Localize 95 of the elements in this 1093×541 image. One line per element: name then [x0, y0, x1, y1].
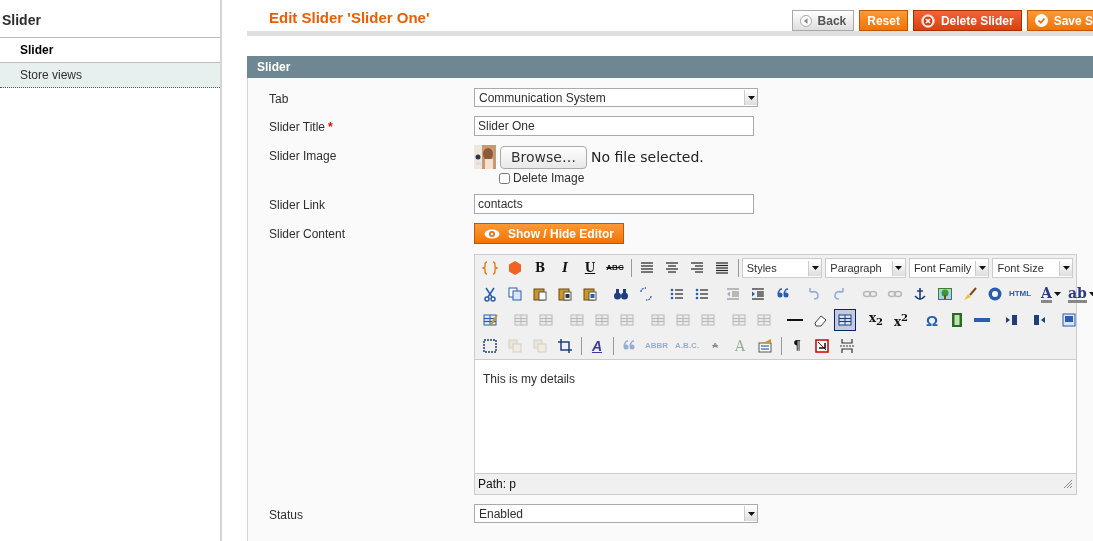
- numbered-list-icon: [694, 286, 710, 302]
- browse-button[interactable]: Browse…: [500, 145, 587, 169]
- color-button[interactable]: ab: [1065, 283, 1093, 305]
- scissors-icon: [482, 286, 498, 302]
- paste-word-icon: [582, 286, 598, 302]
- align-right-icon: [688, 260, 705, 276]
- col-delete-icon: [700, 312, 716, 328]
- section-header: Slider: [247, 56, 1093, 78]
- toolbar-button[interactable]: A: [586, 335, 608, 357]
- file-status: No file selected.: [591, 149, 704, 165]
- table-edit-icon: [482, 312, 498, 328]
- toolbar-button[interactable]: ¶: [786, 335, 809, 357]
- page-title: Edit Slider 'Slider One': [268, 9, 430, 26]
- align-center-icon: [663, 260, 680, 276]
- toolbar-dropdown[interactable]: Paragraph: [825, 258, 906, 278]
- row-after-icon: [594, 312, 610, 328]
- toolbar-button[interactable]: ABC: [604, 257, 626, 279]
- attributes-icon: [757, 338, 774, 354]
- eye-icon: [484, 228, 500, 239]
- hexagon-icon: [507, 260, 523, 276]
- toolbar-button[interactable]: x$^{2}$: [890, 309, 912, 331]
- checkbox-label: Delete Image: [513, 171, 585, 185]
- caret-icon: [1062, 266, 1070, 270]
- toolbar-dropdown[interactable]: Font Size: [992, 258, 1073, 278]
- caret-icon: [1053, 292, 1061, 296]
- cell-props-icon: [538, 312, 554, 328]
- nonbreaking-icon: [814, 338, 831, 354]
- editor-content[interactable]: This is my details: [475, 359, 1076, 474]
- film-icon: [949, 312, 965, 328]
- toolbar-button[interactable]: Ω: [921, 309, 943, 331]
- select-field[interactable]: Communication System: [474, 88, 758, 107]
- paste-icon: [532, 286, 548, 302]
- delete-button[interactable]: Delete Slider: [912, 10, 1022, 31]
- toolbar-button[interactable]: HTML: [1009, 283, 1031, 305]
- split-cells-icon: [731, 312, 747, 328]
- paste-text-icon: [557, 286, 573, 302]
- bullet-list-icon: [669, 286, 685, 302]
- back-icon: [799, 14, 812, 27]
- row-before-icon: [569, 312, 585, 328]
- field-label: Slider Content: [269, 226, 347, 241]
- sidebar-tab[interactable]: Store views: [0, 63, 220, 88]
- brush-icon: [962, 286, 978, 302]
- close-icon: [920, 13, 935, 28]
- caret-icon: [747, 511, 755, 516]
- field-label: Slider Title *: [269, 119, 334, 134]
- field-label: Status: [269, 507, 305, 522]
- caret-icon: [1088, 292, 1093, 296]
- image-icon: [937, 286, 953, 302]
- back-button[interactable]: Back: [791, 10, 855, 31]
- resize-grip-icon[interactable]: [1063, 479, 1073, 489]
- row-props-icon: [513, 312, 529, 328]
- copy-icon: [507, 286, 523, 302]
- field-label: Slider Link: [269, 197, 327, 212]
- toolbar-button[interactable]: x$_{2}$: [865, 309, 887, 331]
- outdent-icon: [725, 286, 741, 302]
- binoculars-icon: [613, 286, 629, 302]
- align-justify-icon: [713, 260, 730, 276]
- delete-image-checkbox[interactable]: [499, 172, 510, 184]
- toolbar-button[interactable]: I: [554, 257, 576, 279]
- editor-path: Path: p: [478, 477, 517, 491]
- merge-cells-icon: [756, 312, 772, 328]
- col-before-icon: [650, 312, 666, 328]
- dashed-square-icon: [482, 338, 498, 354]
- color-button[interactable]: A: [1039, 283, 1063, 305]
- caret-icon: [747, 95, 755, 100]
- toolbar-button[interactable]: U: [579, 257, 601, 279]
- text-field[interactable]: contacts: [474, 194, 754, 214]
- row-delete-icon: [619, 312, 635, 328]
- caret-icon: [895, 266, 903, 270]
- toolbar-dropdown[interactable]: Font Family: [908, 258, 990, 278]
- toolbar-button[interactable]: B: [529, 257, 551, 279]
- undo-icon: [806, 286, 822, 302]
- toolbar-dropdown[interactable]: Styles: [741, 258, 823, 278]
- layer-backward-icon: [532, 338, 548, 354]
- redo-icon: [831, 286, 847, 302]
- table-icon: [837, 312, 853, 328]
- align-left-icon: [638, 260, 655, 276]
- layer-forward-icon: [507, 338, 523, 354]
- curly-braces-icon: [482, 260, 498, 276]
- select-field[interactable]: Enabled: [474, 504, 758, 523]
- field-label: Slider Image: [269, 148, 338, 163]
- indent-icon: [750, 286, 766, 302]
- page-break-icon: [839, 338, 856, 354]
- bar-icon: [974, 318, 990, 322]
- text-field[interactable]: Slider One: [474, 116, 754, 136]
- crop-icon: [557, 338, 573, 354]
- col-after-icon: [675, 312, 691, 328]
- fullscreen-icon: [1061, 312, 1077, 328]
- toolbar-button[interactable]: [834, 309, 856, 331]
- caret-icon: [978, 266, 986, 270]
- anchor-icon: [912, 286, 928, 302]
- field-label: Tab: [269, 91, 290, 106]
- checkmark-icon: [1034, 14, 1048, 27]
- horizontal-rule-icon: [787, 318, 803, 322]
- caret-icon: [811, 266, 819, 270]
